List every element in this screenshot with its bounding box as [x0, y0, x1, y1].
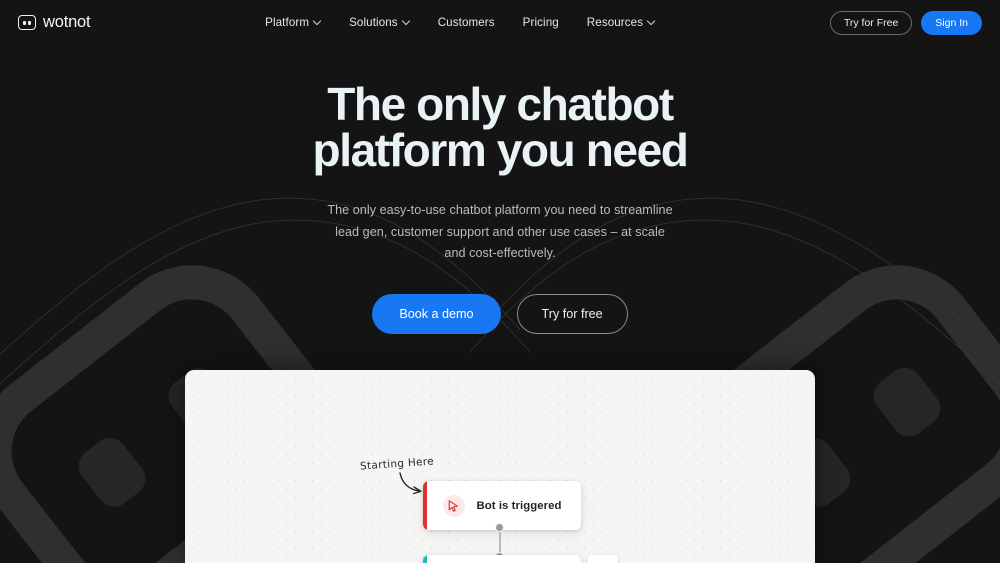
- starting-here-annotation: Starting Here: [359, 455, 435, 473]
- connector-dot-top[interactable]: [495, 523, 504, 532]
- hero-section: The only chatbot platform you need The o…: [0, 45, 1000, 334]
- main-navigation: Platform Solutions Customers Pricing Res…: [90, 16, 829, 29]
- nav-item-platform[interactable]: Platform: [265, 16, 321, 29]
- site-header: wotnot Platform Solutions Customers Pric…: [0, 0, 1000, 45]
- flow-node-bot-triggered[interactable]: Bot is triggered: [423, 481, 581, 530]
- node-accent-bar: [423, 555, 427, 563]
- chevron-down-icon: [403, 18, 410, 25]
- try-for-free-cta-button[interactable]: Try for free: [516, 293, 628, 334]
- sign-in-button[interactable]: Sign In: [921, 10, 982, 35]
- flow-node-second[interactable]: [423, 555, 581, 563]
- node-content: Bot is triggered: [427, 494, 582, 517]
- chevron-down-icon: [648, 18, 655, 25]
- headline-line-2: platform you need: [312, 124, 689, 176]
- page-title: The only chatbot platform you need: [220, 81, 780, 173]
- book-a-demo-button[interactable]: Book a demo: [372, 293, 501, 334]
- nav-label: Pricing: [522, 16, 559, 29]
- nav-label: Resources: [586, 16, 644, 29]
- node-label: Bot is triggered: [476, 499, 562, 512]
- square-node-icon[interactable]: [588, 555, 618, 563]
- nav-item-customers[interactable]: Customers: [438, 16, 495, 29]
- page-root: wotnot Platform Solutions Customers Pric…: [0, 0, 1000, 563]
- nav-label: Customers: [437, 16, 495, 29]
- chevron-down-icon: [314, 18, 321, 25]
- nav-label: Solutions: [349, 16, 398, 29]
- bot-face-icon: [18, 15, 36, 30]
- hero-cta-row: Book a demo Try for free: [0, 293, 1000, 334]
- flow-canvas[interactable]: Starting Here Bot is triggered: [185, 370, 815, 563]
- nav-item-solutions[interactable]: Solutions: [349, 16, 410, 29]
- flow-builder-preview: Starting Here Bot is triggered: [185, 370, 815, 563]
- try-for-free-button[interactable]: Try for Free: [829, 10, 913, 35]
- brand-name: wotnot: [43, 13, 91, 31]
- cursor-arrow-icon: [442, 494, 465, 517]
- nav-item-resources[interactable]: Resources: [587, 16, 655, 29]
- brand-logo[interactable]: wotnot: [18, 13, 91, 32]
- headline-line-1: The only chatbot: [327, 78, 674, 130]
- nav-label: Platform: [265, 16, 310, 29]
- hero-subtext: The only easy-to-use chatbot platform yo…: [327, 203, 673, 261]
- nav-item-pricing[interactable]: Pricing: [523, 16, 559, 29]
- header-actions: Try for Free Sign In: [829, 10, 982, 35]
